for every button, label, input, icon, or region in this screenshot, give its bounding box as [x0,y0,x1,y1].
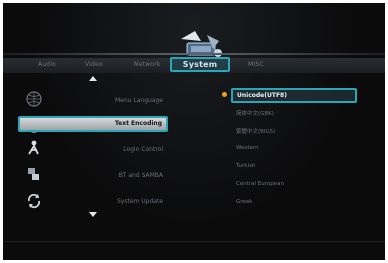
option-central-european[interactable]: Central European [236,181,284,187]
tab-network[interactable]: Network [134,61,160,68]
update-icon [27,193,41,209]
option-western[interactable]: Western [236,145,259,151]
option-turkish[interactable]: Turkish [236,163,255,169]
share-icon [28,168,39,180]
tab-system[interactable]: System [170,57,230,72]
option-big5[interactable]: 繁體中文(BIG5) [236,127,275,135]
menu-item-menu-language[interactable]: Menu Language [67,93,167,109]
tab-misc[interactable]: MISC [248,61,264,68]
scroll-up-icon[interactable] [89,76,97,81]
tab-video[interactable]: Video [85,61,103,68]
tab-audio[interactable]: Audio [38,61,56,68]
menu-item-login-control[interactable]: Login Control [67,142,167,158]
header-divider [3,53,385,55]
option-unicode-utf8[interactable]: Unicode(UTF8) [231,88,357,103]
option-greek[interactable]: Greek [236,199,252,205]
screen: Audio Video Network System MISC A Menu L… [3,3,385,260]
menu-item-system-update[interactable]: System Update [67,194,167,210]
scroll-down-icon[interactable] [89,212,97,217]
menu-item-bt-samba[interactable]: BT and SAMBA [67,168,167,184]
selected-bullet-icon [222,92,227,97]
footer-divider [3,241,385,242]
login-icon [28,140,39,155]
option-gbk[interactable]: 简体中文(GBK) [236,109,274,117]
globe-icon [26,91,42,107]
menu-item-text-encoding[interactable]: Text Encoding [18,116,168,132]
